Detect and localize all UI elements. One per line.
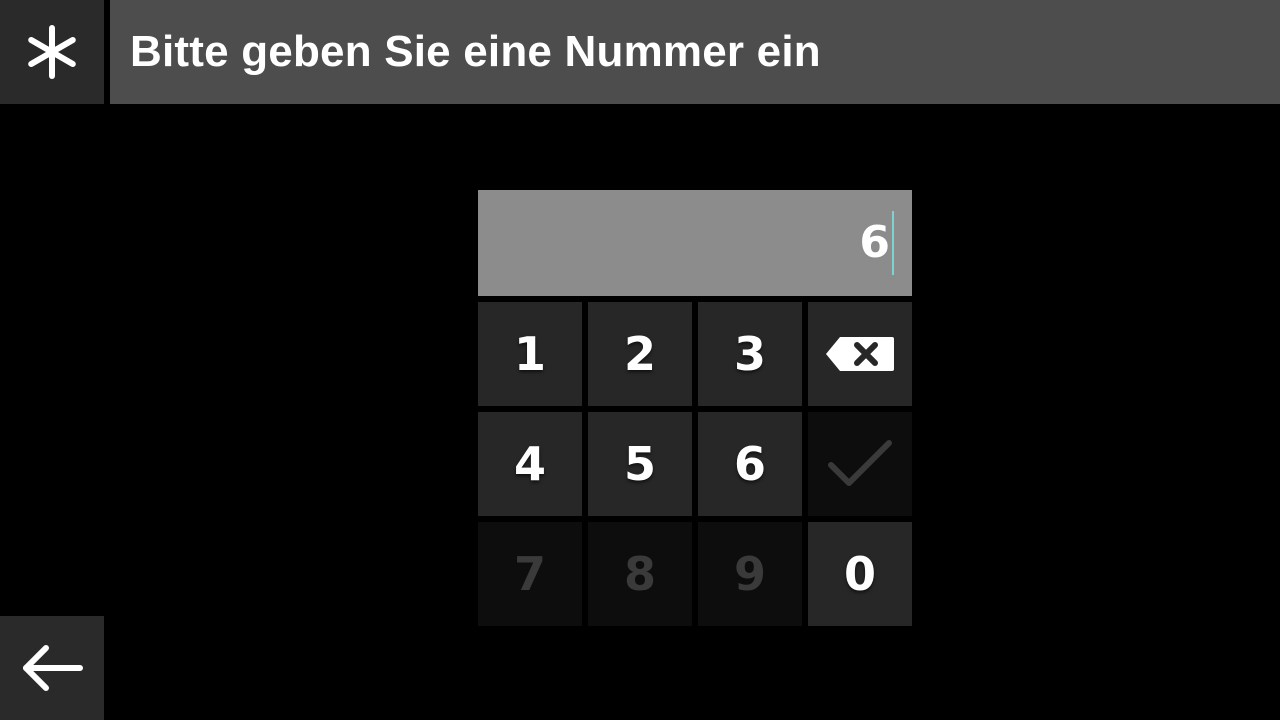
checkmark-icon [828, 440, 892, 486]
page-title: Bitte geben Sie eine Nummer ein [130, 27, 821, 76]
key-3[interactable]: 3 [698, 302, 802, 406]
arrow-left-icon [23, 645, 83, 691]
key-5[interactable]: 5 [588, 412, 692, 516]
key-2[interactable]: 2 [588, 302, 692, 406]
key-4[interactable]: 4 [478, 412, 582, 516]
key-9[interactable]: 9 [698, 522, 802, 626]
key-7[interactable]: 7 [478, 522, 582, 626]
text-cursor [892, 211, 894, 275]
key-0[interactable]: 0 [808, 522, 912, 626]
menu-button[interactable] [0, 0, 104, 104]
back-button[interactable] [0, 616, 104, 720]
asterisk-icon [28, 25, 76, 79]
numeric-keypad: 1 2 3 4 5 6 7 8 9 0 [478, 302, 912, 626]
screen: Bitte geben Sie eine Nummer ein 6 1 2 3 … [0, 0, 1280, 720]
backspace-button[interactable] [808, 302, 912, 406]
key-1[interactable]: 1 [478, 302, 582, 406]
backspace-icon [826, 337, 894, 371]
confirm-button[interactable] [808, 412, 912, 516]
number-input-field[interactable]: 6 [478, 190, 912, 296]
key-8[interactable]: 8 [588, 522, 692, 626]
key-6[interactable]: 6 [698, 412, 802, 516]
title-bar: Bitte geben Sie eine Nummer ein [110, 0, 1280, 104]
input-value: 6 [859, 217, 890, 268]
